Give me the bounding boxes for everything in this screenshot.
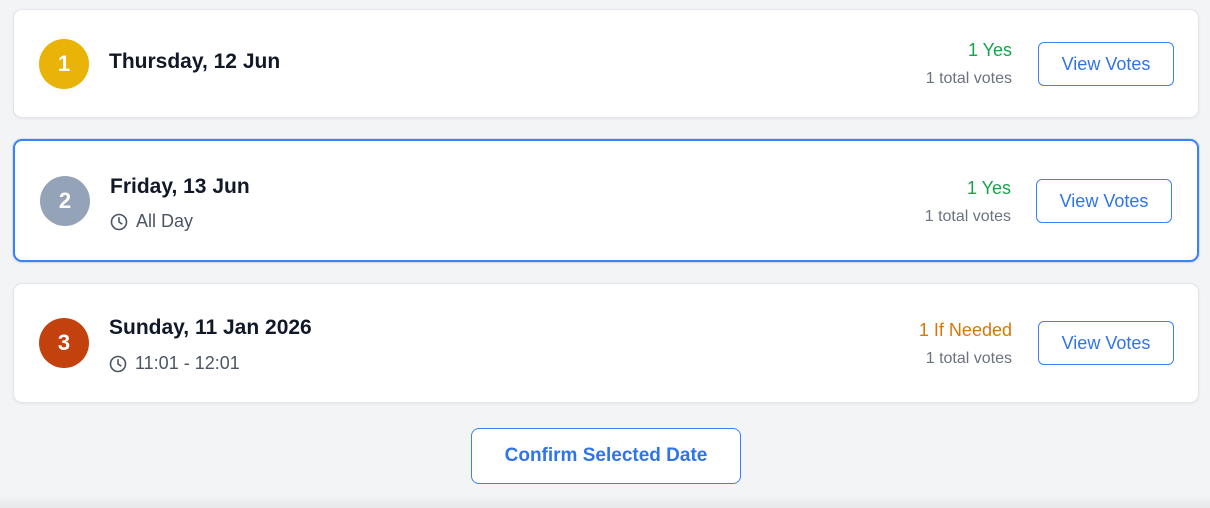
rank-badge: 3 (39, 318, 89, 368)
bottom-shadow (0, 494, 1210, 508)
clock-icon (110, 213, 128, 230)
clock-icon (109, 355, 127, 372)
if-needed-count: 1 If Needed (918, 320, 1012, 340)
rank-number: 1 (57, 51, 71, 76)
view-votes-button[interactable]: View Votes (1038, 321, 1174, 365)
yes-count: 1 Yes (966, 178, 1011, 198)
rank-number: 3 (57, 330, 71, 355)
confirm-selected-date-button[interactable]: Confirm Selected Date (471, 428, 741, 484)
total-votes: 1 total votes (924, 208, 1011, 225)
time-row: All Day (110, 211, 193, 232)
vote-summary: 1 If Needed 1 total votes (919, 319, 1012, 369)
date-option-card-2[interactable]: 2 Friday, 13 Jun All Day 1 Yes 1 total v… (13, 139, 1199, 262)
rank-badge: 1 (39, 39, 89, 89)
time-label: All Day (136, 211, 194, 231)
yes-count: 1 Yes (967, 40, 1012, 60)
view-votes-button[interactable]: View Votes (1036, 179, 1172, 223)
date-option-card-1[interactable]: 1 Thursday, 12 Jun 1 Yes 1 total votes V… (13, 9, 1199, 118)
rank-badge: 2 (40, 176, 90, 226)
date-title: Friday, 13 Jun (110, 175, 250, 198)
vote-summary: 1 Yes 1 total votes (925, 177, 1011, 227)
view-votes-button[interactable]: View Votes (1038, 42, 1174, 86)
time-label: 11:01 - 12:01 (135, 353, 240, 373)
rank-number: 2 (58, 188, 72, 213)
time-row: 11:01 - 12:01 (109, 353, 240, 374)
date-title: Sunday, 11 Jan 2026 (109, 316, 312, 339)
date-option-card-3[interactable]: 3 Sunday, 11 Jan 2026 11:01 - 12:01 1 If… (13, 283, 1199, 403)
total-votes: 1 total votes (925, 70, 1012, 87)
total-votes: 1 total votes (925, 350, 1012, 367)
vote-summary: 1 Yes 1 total votes (926, 39, 1012, 89)
date-title: Thursday, 12 Jun (109, 50, 281, 73)
